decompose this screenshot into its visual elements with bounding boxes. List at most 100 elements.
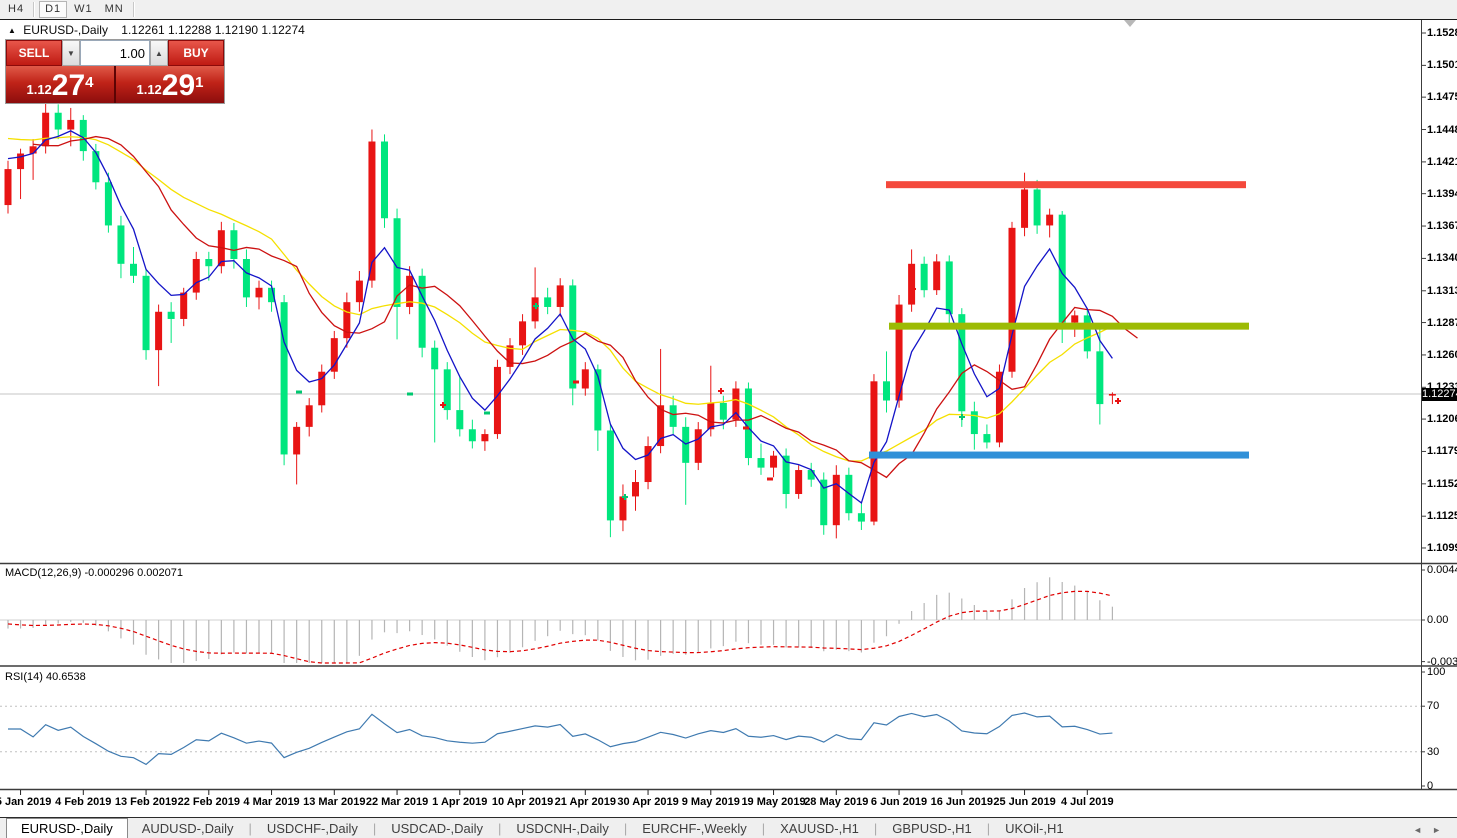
candle-body: [381, 142, 388, 219]
candle-body: [105, 182, 112, 225]
tab-scroll-left-icon[interactable]: ◄: [1413, 825, 1432, 835]
buy-button[interactable]: BUY: [168, 40, 224, 66]
tab-usdcnh-daily[interactable]: USDCNH-,Daily: [502, 819, 622, 838]
candle-body: [557, 285, 564, 307]
candle-body: [883, 381, 890, 400]
chart-canvas[interactable]: [0, 0, 1457, 838]
candle-body: [632, 482, 639, 496]
candle-body: [281, 302, 288, 454]
candle-body: [469, 429, 476, 441]
price-axis-label: 1.13675: [1427, 220, 1457, 232]
volume-decrease-button[interactable]: ▼: [62, 40, 80, 66]
price-axis-label: 1.15285: [1427, 27, 1457, 39]
price-axis-label: 1.13405: [1427, 252, 1457, 264]
candle-body: [80, 120, 87, 151]
candle-body: [607, 430, 614, 520]
candle-body: [569, 285, 576, 388]
candle-body: [431, 348, 438, 370]
symbol-period-label: EURUSD-,Daily: [23, 23, 108, 37]
candle-body: [820, 480, 827, 526]
date-axis-label: 28 May 2019: [804, 796, 868, 808]
candle-body: [55, 113, 62, 130]
macd-axis-label: 0.004465: [1427, 564, 1457, 576]
sell-button[interactable]: SELL: [6, 40, 62, 66]
buy-price-point: 1: [195, 74, 203, 91]
candle-body: [205, 259, 212, 266]
metatrader-window: { "toolbar": { "buttons": [ {"label": "H…: [0, 0, 1457, 838]
rsi-axis-label: 100: [1427, 666, 1445, 678]
tab-usdchf-daily[interactable]: USDCHF-,Daily: [253, 819, 372, 838]
level-line-support: [869, 452, 1249, 459]
candle-body: [494, 367, 501, 434]
candle-body: [745, 389, 752, 459]
price-axis-label: 1.14480: [1427, 124, 1457, 136]
candle-body: [808, 470, 815, 480]
candle-body: [758, 458, 765, 468]
marker-icon: [484, 412, 490, 415]
candle-body: [419, 276, 426, 348]
rsi-axis-label: 0: [1427, 780, 1433, 792]
date-axis-label: 25 Jun 2019: [993, 796, 1055, 808]
candle-body: [1084, 315, 1091, 351]
candle-body: [720, 403, 727, 420]
marker-icon: [296, 391, 302, 394]
tab-ukoil-h1[interactable]: UKOil-,H1: [991, 819, 1078, 838]
tab-audusd-daily[interactable]: AUDUSD-,Daily: [128, 819, 248, 838]
buy-price-panel[interactable]: 1.12291: [116, 66, 224, 103]
macd-axis-label: 0.00: [1427, 614, 1448, 626]
date-axis-label: 22 Feb 2019: [178, 796, 240, 808]
candle-body: [331, 338, 338, 372]
caret-up-icon: ▲: [155, 49, 163, 58]
candle-body: [921, 264, 928, 290]
price-axis-label: 1.11795: [1427, 445, 1457, 457]
date-axis-label: 10 Apr 2019: [492, 796, 553, 808]
candle-body: [67, 120, 74, 130]
candle-body: [933, 261, 940, 290]
current-price-badge: 1.12274: [1422, 388, 1457, 401]
rsi-line: [8, 713, 1112, 764]
tab-eurchf-weekly[interactable]: EURCHF-,Weekly: [628, 819, 761, 838]
date-axis-label: 6 Jun 2019: [871, 796, 927, 808]
candle-body: [1096, 351, 1103, 404]
price-axis-label: 1.15015: [1427, 59, 1457, 71]
marker-icon: [407, 393, 413, 396]
chart-shift-icon: [1124, 20, 1136, 27]
chart-title: ▲ EURUSD-,Daily 1.12261 1.12288 1.12190 …: [8, 23, 305, 37]
candle-body: [946, 261, 953, 314]
candle-body: [657, 405, 664, 446]
candle-body: [1009, 228, 1016, 372]
sell-price-panel[interactable]: 1.12274: [6, 66, 116, 103]
symbol-tabs: EURUSD-,DailyAUDUSD-,Daily|USDCHF-,Daily…: [0, 818, 1078, 838]
marker-icon: [743, 427, 749, 430]
candle-body: [293, 427, 300, 455]
date-axis-label: 13 Mar 2019: [303, 796, 365, 808]
price-axis-label: 1.12870: [1427, 317, 1457, 329]
candle-body: [5, 169, 12, 205]
price-axis-label: 1.13135: [1427, 285, 1457, 297]
volume-input[interactable]: [80, 40, 150, 66]
candle-body: [1109, 394, 1116, 396]
tab-xauusd-h1[interactable]: XAUUSD-,H1: [766, 819, 873, 838]
candle-body: [1046, 215, 1053, 226]
date-axis-label: 30 Apr 2019: [617, 796, 678, 808]
price-axis-label: 1.12600: [1427, 349, 1457, 361]
collapse-panel-icon[interactable]: ▲: [8, 26, 16, 35]
date-axis-label: 25 Jan 2019: [0, 796, 51, 808]
candle-body: [795, 470, 802, 494]
tab-gbpusd-h1[interactable]: GBPUSD-,H1: [878, 819, 985, 838]
candle-body: [532, 297, 539, 321]
candle-body: [256, 288, 263, 298]
date-axis-label: 22 Mar 2019: [366, 796, 428, 808]
tab-scroll-right-icon[interactable]: ►: [1432, 825, 1451, 835]
candle-body: [180, 293, 187, 319]
macd-indicator-label: MACD(12,26,9) -0.000296 0.002071: [5, 567, 183, 579]
volume-increase-button[interactable]: ▲: [150, 40, 168, 66]
candle-body: [695, 429, 702, 463]
price-axis-label: 1.13945: [1427, 188, 1457, 200]
tab-eurusd-daily[interactable]: EURUSD-,Daily: [6, 818, 128, 838]
date-axis-label: 21 Apr 2019: [555, 796, 616, 808]
rsi-axis-label: 70: [1427, 700, 1439, 712]
candle-body: [908, 264, 915, 305]
candle-body: [682, 427, 689, 463]
tab-usdcad-daily[interactable]: USDCAD-,Daily: [377, 819, 497, 838]
